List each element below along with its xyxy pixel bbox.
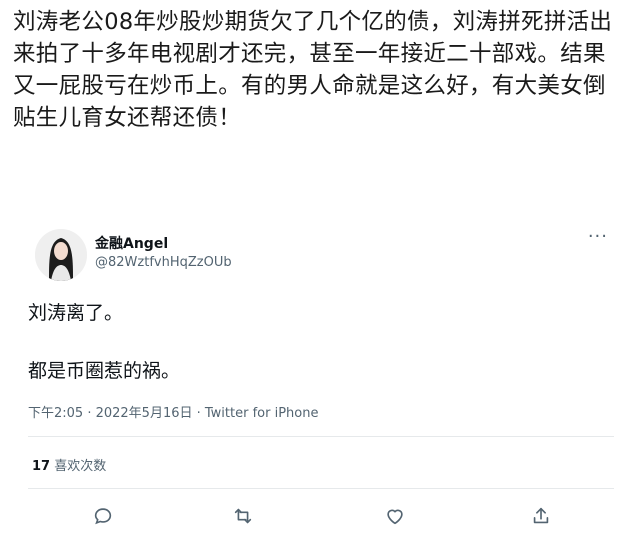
likes-count: 17 bbox=[32, 459, 51, 474]
author-name[interactable]: 金融Angel bbox=[95, 233, 168, 253]
tweet-text-line: 都是币圈惹的祸。 bbox=[28, 360, 181, 382]
likes-label: 喜欢次数 bbox=[54, 459, 107, 474]
reply-icon[interactable] bbox=[92, 505, 114, 527]
share-icon[interactable] bbox=[530, 505, 552, 527]
post-text: 刘涛老公08年炒股炒期货欠了几个亿的债，刘涛拼死拼活出来拍了十多年电视剧才还完，… bbox=[13, 9, 613, 131]
retweet-icon[interactable] bbox=[232, 505, 254, 527]
more-horizontal-icon[interactable]: ··· bbox=[588, 228, 608, 246]
avatar-image bbox=[35, 229, 87, 281]
like-icon[interactable] bbox=[384, 505, 406, 527]
divider bbox=[28, 436, 614, 437]
author-handle[interactable]: @82WztfvhHqZzOUb bbox=[95, 255, 232, 270]
tweet-text-line: 刘涛离了。 bbox=[28, 302, 124, 324]
tweet-timestamp[interactable]: 下午2:05 · 2022年5月16日 · Twitter for iPhone bbox=[28, 402, 318, 421]
likes-stat[interactable]: 17 喜欢次数 bbox=[32, 455, 106, 474]
divider bbox=[28, 488, 614, 489]
tweet-card[interactable]: 金融Angel @82WztfvhHqZzOUb ··· 刘涛离了。 都是币圈惹… bbox=[18, 222, 630, 549]
avatar[interactable] bbox=[35, 229, 87, 281]
